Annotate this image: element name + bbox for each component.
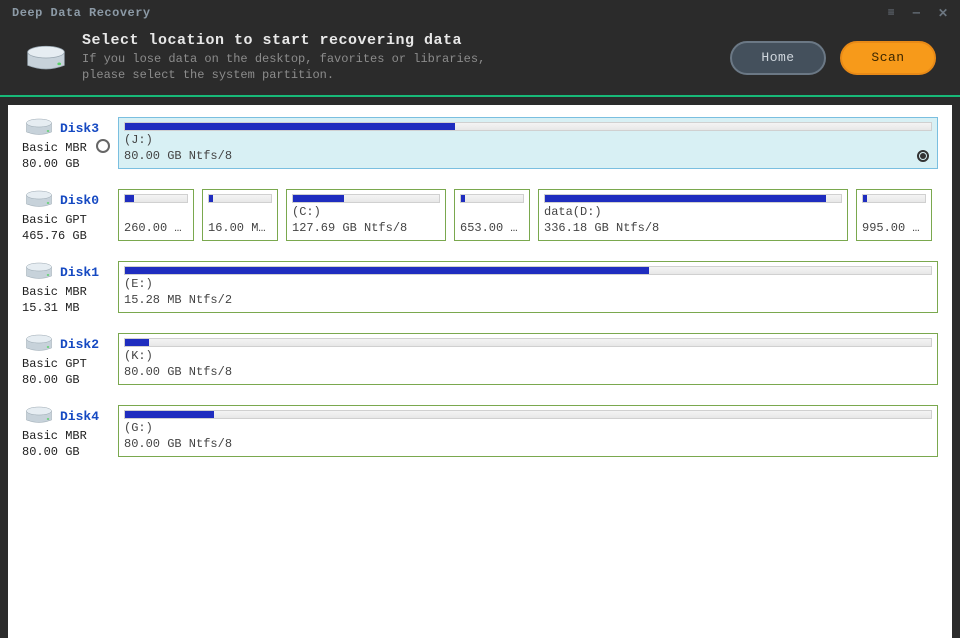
partition-label: data(D:) — [544, 205, 842, 219]
partition-label — [208, 205, 272, 219]
disk-name: Disk0 — [60, 193, 99, 208]
partition[interactable]: (J:) 80.00 GB Ntfs/8 — [118, 117, 938, 169]
usage-bar — [124, 338, 932, 347]
partition-label — [460, 205, 524, 219]
disk-name: Disk2 — [60, 337, 99, 352]
partition-range: (J:) 80.00 GB Ntfs/8 — [118, 117, 938, 169]
partition[interactable]: data(D:) 336.18 GB Ntfs/8 — [538, 189, 848, 241]
usage-bar — [208, 194, 272, 203]
disk-meta: Disk3 Basic MBR 80.00 GB — [22, 117, 104, 171]
app-title: Deep Data Recovery — [12, 6, 151, 20]
disk-type: Basic MBR — [22, 141, 104, 155]
partition-size: 80.00 GB Ntfs/8 — [124, 149, 932, 163]
disk-size: 15.31 MB — [22, 301, 104, 315]
partition[interactable]: 16.00 M... — [202, 189, 278, 241]
disk-row: Disk3 Basic MBR 80.00 GB (J:) 80.00 GB Ntfs/… — [22, 117, 938, 171]
disk-icon — [22, 261, 56, 281]
disk-row: Disk2 Basic GPT 80.00 GB (K:) 80.00 GB Ntfs/… — [22, 333, 938, 387]
disk-row: Disk1 Basic MBR 15.31 MB (E:) 15.28 MB Ntfs/… — [22, 261, 938, 315]
partition-label: (C:) — [292, 205, 440, 219]
disk-type: Basic GPT — [22, 213, 104, 227]
disk-row: Disk4 Basic MBR 80.00 GB (G:) 80.00 GB Ntfs/… — [22, 405, 938, 459]
disk-size: 80.00 GB — [22, 157, 104, 171]
disk-meta: Disk4 Basic MBR 80.00 GB — [22, 405, 104, 459]
disk-meta: Disk2 Basic GPT 80.00 GB — [22, 333, 104, 387]
partition[interactable]: (C:) 127.69 GB Ntfs/8 — [286, 189, 446, 241]
partition-label: (K:) — [124, 349, 932, 363]
partition-label: (E:) — [124, 277, 932, 291]
usage-bar — [544, 194, 842, 203]
partition-range: (G:) 80.00 GB Ntfs/8 — [118, 405, 938, 457]
partition-size: 16.00 M... — [208, 221, 272, 235]
disk-icon — [22, 189, 56, 209]
home-button[interactable]: Home — [730, 41, 826, 75]
header: Select location to start recovering data… — [0, 26, 960, 95]
disk-size: 80.00 GB — [22, 373, 104, 387]
disk-size: 465.76 GB — [22, 229, 104, 243]
disk-name: Disk4 — [60, 409, 99, 424]
disk-meta: Disk0 Basic GPT 465.76 GB — [22, 189, 104, 243]
partition[interactable]: (E:) 15.28 MB Ntfs/2 — [118, 261, 938, 313]
partition-range: 260.00 ... 16.00 M... (C:) 127.69 GB Ntfs/… — [118, 189, 938, 241]
partition-label: (J:) — [124, 133, 932, 147]
disk-icon — [22, 117, 56, 137]
menu-icon[interactable]: ≡ — [888, 6, 895, 21]
partition-size: 336.18 GB Ntfs/8 — [544, 221, 842, 235]
partition[interactable]: 995.00 ... — [856, 189, 932, 241]
titlebar: Deep Data Recovery ≡ — ✕ — [0, 0, 960, 26]
partition-range: (K:) 80.00 GB Ntfs/8 — [118, 333, 938, 385]
partition-size: 80.00 GB Ntfs/8 — [124, 437, 932, 451]
disk-row: Disk0 Basic GPT 465.76 GB 260.00 ... 16.00… — [22, 189, 938, 243]
disk-type: Basic GPT — [22, 357, 104, 371]
partition-label — [124, 205, 188, 219]
page-subtitle: If you lose data on the desktop, favorit… — [82, 51, 716, 83]
usage-bar — [124, 410, 932, 419]
partition-size: 15.28 MB Ntfs/2 — [124, 293, 932, 307]
disk-type: Basic MBR — [22, 429, 104, 443]
disk-name: Disk1 — [60, 265, 99, 280]
scan-button[interactable]: Scan — [840, 41, 936, 75]
usage-bar — [124, 194, 188, 203]
separator — [0, 95, 960, 97]
window-controls: ≡ — ✕ — [888, 6, 948, 21]
partition[interactable]: (G:) 80.00 GB Ntfs/8 — [118, 405, 938, 457]
partition-size: 80.00 GB Ntfs/8 — [124, 365, 932, 379]
disk-icon — [22, 405, 56, 425]
partition[interactable]: 653.00 ... — [454, 189, 530, 241]
page-title: Select location to start recovering data — [82, 32, 716, 49]
partition-size: 127.69 GB Ntfs/8 — [292, 221, 440, 235]
disk-name: Disk3 — [60, 121, 99, 136]
disk-icon — [22, 333, 56, 353]
partition-size: 653.00 ... — [460, 221, 524, 235]
partition-size: 260.00 ... — [124, 221, 188, 235]
partition[interactable]: 260.00 ... — [118, 189, 194, 241]
drive-icon — [24, 43, 68, 73]
disk-type: Basic MBR — [22, 285, 104, 299]
disk-select-radio[interactable] — [96, 139, 110, 153]
partition-label: (G:) — [124, 421, 932, 435]
disk-meta: Disk1 Basic MBR 15.31 MB — [22, 261, 104, 315]
usage-bar — [124, 122, 932, 131]
disk-size: 80.00 GB — [22, 445, 104, 459]
disk-list: Disk3 Basic MBR 80.00 GB (J:) 80.00 GB Ntfs/… — [8, 105, 952, 638]
usage-bar — [292, 194, 440, 203]
minimize-icon[interactable]: — — [913, 6, 920, 21]
partition-size: 995.00 ... — [862, 221, 926, 235]
usage-bar — [862, 194, 926, 203]
partition-label — [862, 205, 926, 219]
usage-bar — [124, 266, 932, 275]
partition-range: (E:) 15.28 MB Ntfs/2 — [118, 261, 938, 313]
usage-bar — [460, 194, 524, 203]
partition[interactable]: (K:) 80.00 GB Ntfs/8 — [118, 333, 938, 385]
close-icon[interactable]: ✕ — [938, 6, 948, 21]
